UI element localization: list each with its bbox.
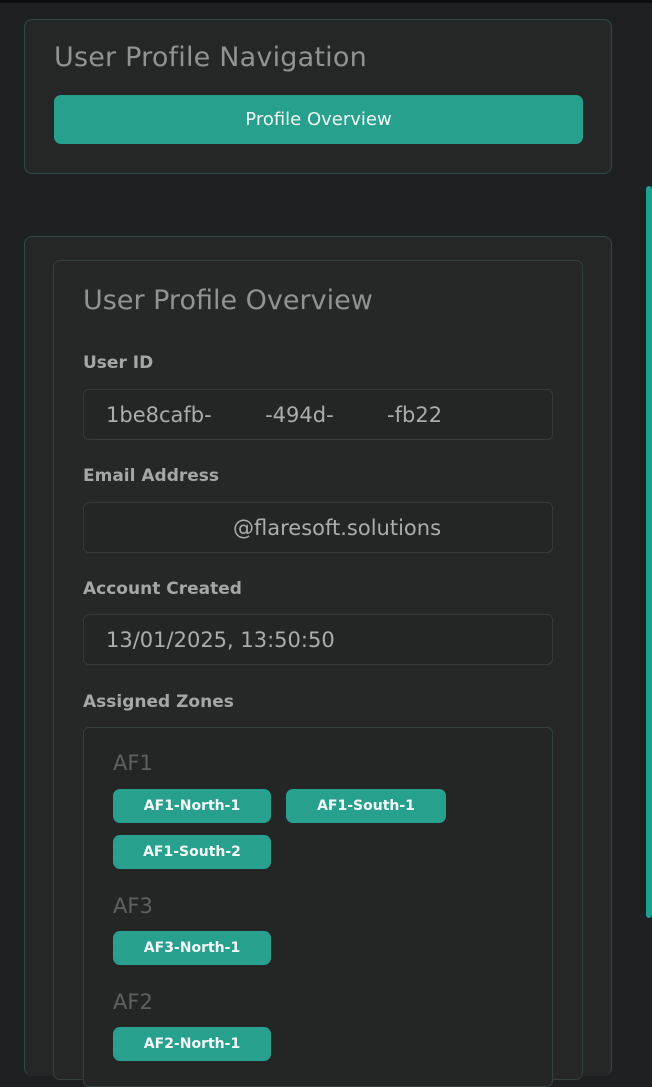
- zone-chip[interactable]: AF1-North-1: [113, 789, 271, 823]
- zone-group-heading: AF2: [113, 990, 153, 1014]
- navigation-title: User Profile Navigation: [54, 42, 367, 73]
- profile-overview-section: User Profile Overview User ID 1be8cafb- …: [24, 236, 612, 1087]
- account-created-label: Account Created: [83, 579, 242, 599]
- scrollbar[interactable]: [646, 186, 652, 918]
- email-label: Email Address: [83, 466, 220, 486]
- user-id-label: User ID: [83, 353, 154, 373]
- top-edge-bar: [0, 0, 652, 3]
- page-title: User Profile Overview: [83, 285, 373, 316]
- email-field[interactable]: @flaresoft.solutions: [83, 502, 553, 553]
- zone-group-heading: AF1: [113, 751, 153, 775]
- account-created-field[interactable]: 13/01/2025, 13:50:50: [83, 614, 553, 665]
- zone-chip[interactable]: AF1-South-2: [113, 835, 271, 869]
- zone-group-heading: AF3: [113, 894, 153, 918]
- user-id-field[interactable]: 1be8cafb- -494d- -fb22: [83, 389, 553, 440]
- zone-chip[interactable]: AF2-North-1: [113, 1027, 271, 1061]
- assigned-zones-label: Assigned Zones: [83, 692, 234, 712]
- zone-chip[interactable]: AF1-South-1: [286, 789, 446, 823]
- profile-overview-card: User Profile Overview User ID 1be8cafb- …: [53, 260, 583, 1087]
- profile-navigation-card: User Profile Navigation Profile Overview: [24, 19, 612, 174]
- profile-overview-button[interactable]: Profile Overview: [54, 95, 583, 144]
- zone-chip[interactable]: AF3-North-1: [113, 931, 271, 965]
- assigned-zones-panel: AF1 AF1-North-1 AF1-South-1 AF1-South-2 …: [83, 727, 553, 1087]
